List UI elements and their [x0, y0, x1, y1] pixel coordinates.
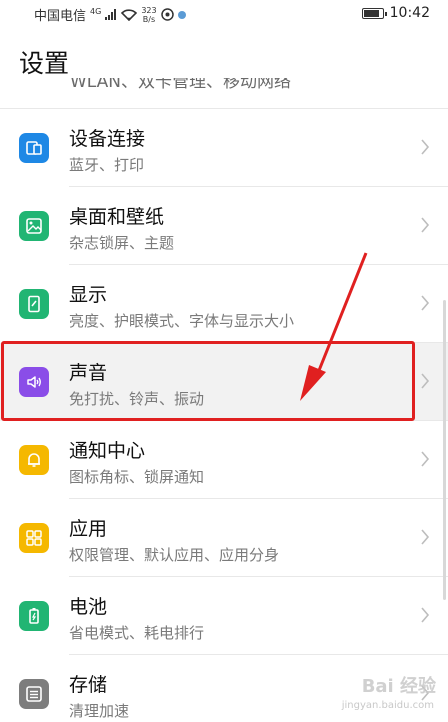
item-title: 声音: [69, 362, 108, 384]
carrier-label: 中国电信: [34, 9, 87, 24]
chevron-right-icon: [421, 217, 430, 233]
item-title: 显示: [69, 284, 108, 306]
settings-item-device-connection[interactable]: 设备连接 蓝牙、打印: [0, 109, 448, 187]
item-subtitle: 蓝牙、打印: [69, 156, 145, 174]
item-title: 电池: [69, 596, 108, 618]
storage-icon: [19, 679, 49, 709]
settings-item-notifications[interactable]: 通知中心 图标角标、锁屏通知: [0, 421, 448, 499]
display-icon: [19, 289, 49, 319]
item-subtitle: 图标角标、锁屏通知: [69, 468, 205, 486]
item-subtitle: 免打扰、铃声、振动: [69, 390, 205, 408]
settings-item-display[interactable]: 显示 亮度、护眼模式、字体与显示大小: [0, 265, 448, 343]
settings-item-sound[interactable]: 声音 免打扰、铃声、振动: [0, 343, 448, 421]
chevron-right-icon: [421, 139, 430, 155]
item-subtitle: 亮度、护眼模式、字体与显示大小: [69, 312, 295, 330]
network-speed: 323 B/s: [141, 6, 156, 24]
item-title: 设备连接: [69, 128, 146, 150]
chevron-right-icon: [421, 607, 430, 623]
status-right: 10:42: [361, 5, 430, 21]
settings-item-wallpaper[interactable]: 桌面和壁纸 杂志锁屏、主题: [0, 187, 448, 265]
wallpaper-icon: [19, 211, 49, 241]
vpn-icon: [160, 8, 174, 21]
item-subtitle: 省电模式、耗电排行: [69, 624, 205, 642]
settings-item-battery[interactable]: 电池 省电模式、耗电排行: [0, 577, 448, 655]
settings-list: 设备连接 蓝牙、打印 桌面和壁纸 杂志锁屏、主题 显示 亮度、护眼模式、字体与显…: [0, 109, 448, 722]
chevron-right-icon: [421, 529, 430, 545]
network-type-label: 4G: [90, 7, 102, 16]
status-left: 中国电信 4G 323 B/s: [34, 5, 186, 24]
sound-icon: [19, 367, 49, 397]
watermark-url: jingyan.baidu.com: [341, 700, 434, 711]
notification-icon: [19, 445, 49, 475]
speed-value: 323: [141, 5, 157, 15]
item-title: 桌面和壁纸: [69, 206, 165, 228]
item-subtitle: 杂志锁屏、主题: [69, 234, 175, 252]
item-subtitle: 清理加速: [69, 702, 130, 720]
battery-status-icon: [361, 7, 387, 19]
chevron-right-icon: [421, 295, 430, 311]
item-title: 应用: [69, 518, 108, 540]
settings-item-apps[interactable]: 应用 权限管理、默认应用、应用分身: [0, 499, 448, 577]
wifi-icon: [121, 8, 138, 21]
signal-icon: [105, 9, 117, 20]
clipped-row-subtitle[interactable]: WLAN、双卡管理、移动网络: [70, 78, 291, 94]
app-notification-icon: [177, 10, 186, 19]
item-title: 存储: [69, 674, 108, 696]
item-subtitle: 权限管理、默认应用、应用分身: [69, 546, 280, 564]
item-title: 通知中心: [69, 440, 146, 462]
scrollbar[interactable]: [443, 300, 446, 600]
battery-icon: [19, 601, 49, 631]
chevron-right-icon: [421, 373, 430, 389]
clock: 10:42: [389, 5, 430, 21]
page-title: 设置: [19, 49, 70, 78]
status-bar: 中国电信 4G 323 B/s 10:42: [0, 0, 448, 30]
watermark-logo: Bai 经验: [361, 676, 436, 697]
chevron-right-icon: [421, 451, 430, 467]
device-connect-icon: [19, 133, 49, 163]
speed-unit: B/s: [142, 14, 156, 24]
apps-icon: [19, 523, 49, 553]
